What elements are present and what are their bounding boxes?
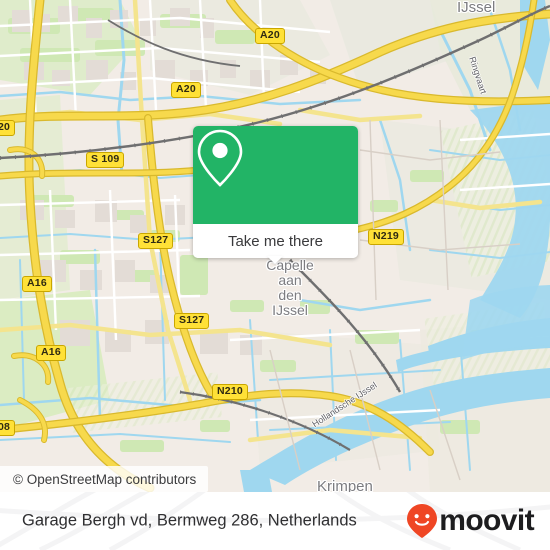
location-callout-card[interactable]: Take me there (193, 126, 358, 258)
road-shield-n219: N219 (368, 229, 404, 245)
road-shield-s127-upper: S127 (138, 233, 174, 249)
place-label-krimpen: Krimpen (317, 478, 373, 492)
take-me-there-label: Take me there (227, 232, 324, 250)
road-shield-a16-lower: A16 (36, 345, 66, 361)
place-label-ijssel: IJssel (457, 0, 496, 16)
city-label-line-2: aan (278, 272, 302, 288)
moovit-smiley-pin-icon (407, 504, 438, 538)
location-pin-icon (197, 129, 243, 187)
road-shield-a108-edge: 08 (0, 420, 16, 436)
moovit-map-screenshot: A20 A20 20 S 109 S127 A16 S127 A16 08 N2… (0, 0, 550, 550)
callout-pointer-tail (267, 256, 283, 264)
moovit-wordmark: moovit (439, 504, 534, 537)
road-shield-a20-edge: 20 (0, 120, 16, 136)
attribution-text: © OpenStreetMap contributors (13, 471, 197, 487)
road-shield-s127-lower: S127 (174, 313, 210, 329)
location-title: Garage Bergh vd, Bermweg 286, Netherland… (22, 511, 357, 530)
place-label-capelle-aan-den-ijssel: Capelle aan den IJssel (259, 258, 321, 318)
callout-action-area[interactable]: Take me there (193, 224, 358, 258)
city-label-line-4: IJssel (272, 302, 308, 318)
road-shield-a20-west: A20 (171, 82, 201, 98)
road-shield-a16-upper: A16 (22, 276, 52, 292)
road-shield-a20-north: A20 (255, 28, 285, 44)
road-shield-s109: S 109 (86, 152, 125, 168)
road-shield-n210: N210 (212, 384, 248, 400)
map-attribution[interactable]: © OpenStreetMap contributors (0, 466, 209, 492)
callout-icon-area (193, 126, 358, 224)
moovit-brand[interactable]: moovit (406, 503, 535, 539)
city-label-line-3: den (278, 287, 302, 303)
map-canvas[interactable]: A20 A20 20 S 109 S127 A16 S127 A16 08 N2… (0, 0, 550, 492)
footer-bar: Garage Bergh vd, Bermweg 286, Netherland… (0, 492, 550, 550)
